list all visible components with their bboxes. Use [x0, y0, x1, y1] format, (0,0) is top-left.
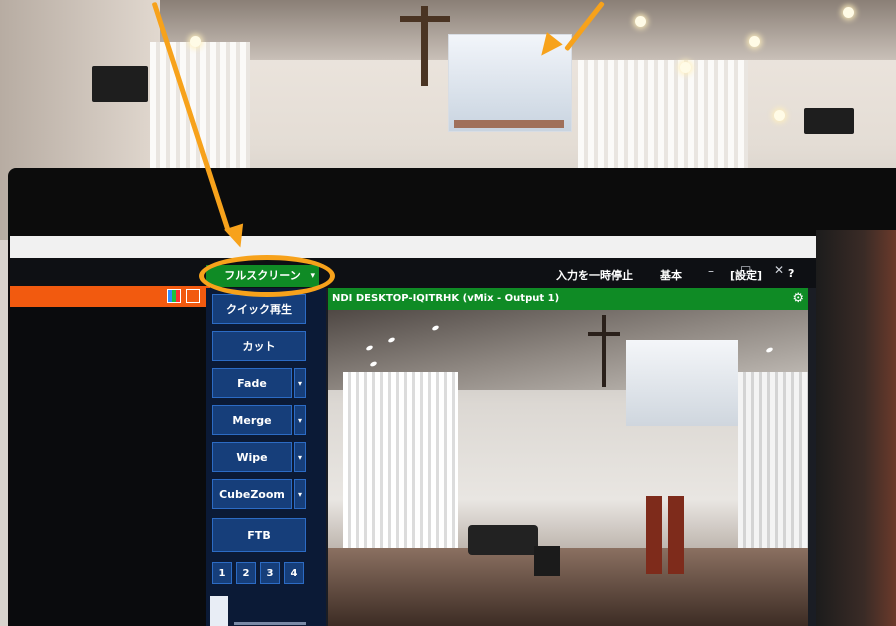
ceiling-light	[774, 110, 785, 121]
wall-speaker-right	[804, 108, 854, 134]
wipe-dropdown[interactable]: ▾	[294, 442, 306, 472]
ceiling-light	[635, 16, 646, 27]
pause-input-button[interactable]: 入力を一時停止	[556, 267, 633, 283]
help-button[interactable]: ?	[788, 267, 794, 280]
cut-button[interactable]: カット	[212, 331, 306, 361]
window-icon[interactable]	[186, 289, 200, 303]
wipe-button[interactable]: Wipe	[212, 442, 292, 472]
annotation-highlight-ring	[199, 255, 335, 297]
input-list-panel	[10, 307, 206, 626]
merge-dropdown[interactable]: ▾	[294, 405, 306, 435]
cubezoom-dropdown[interactable]: ▾	[294, 479, 306, 509]
output-preview	[328, 310, 808, 626]
cross-horizontal	[400, 16, 450, 22]
quick-play-button[interactable]: クイック再生	[212, 294, 306, 324]
settings-button[interactable]: [設定]	[730, 267, 762, 283]
vmix-window: – □ ✕ フルスクリーン ▾ 入力を一時停止 基本 [設定] ? クイック再生…	[10, 236, 816, 626]
preview-cross-horizontal	[588, 332, 620, 336]
gear-icon[interactable]: ⚙	[792, 288, 804, 310]
close-button[interactable]: ✕	[774, 263, 784, 277]
preview-chair	[668, 496, 684, 574]
t-bar-slider[interactable]	[210, 596, 228, 626]
ceiling-light	[749, 36, 760, 47]
cubezoom-button[interactable]: CubeZoom	[212, 479, 292, 509]
transition-number-4[interactable]: 4	[284, 562, 304, 584]
ftb-button[interactable]: FTB	[212, 518, 306, 552]
merge-button[interactable]: Merge	[212, 405, 292, 435]
preview-drum-kit	[468, 525, 538, 555]
preview-cross-vertical	[602, 315, 606, 387]
preview-stage	[328, 548, 808, 626]
window-titlebar	[10, 236, 816, 258]
ceiling-light	[190, 36, 201, 47]
ceiling-light	[680, 62, 691, 73]
preview-amplifier	[534, 546, 560, 576]
ceiling-light	[843, 7, 854, 18]
transition-number-2[interactable]: 2	[236, 562, 256, 584]
fade-dropdown[interactable]: ▾	[294, 368, 306, 398]
transition-number-1[interactable]: 1	[212, 562, 232, 584]
monitor-side	[816, 230, 896, 626]
output-title: NDI DESKTOP-IQITRHK (vMix - Output 1)	[332, 293, 560, 304]
output-header: NDI DESKTOP-IQITRHK (vMix - Output 1) ⚙	[328, 288, 808, 310]
wall-speaker-left	[92, 66, 148, 102]
transition-panel: クイック再生 カット Fade ▾ Merge ▾ Wipe ▾ CubeZoo…	[206, 288, 326, 626]
preview-chair	[646, 496, 662, 574]
minimize-button[interactable]: –	[708, 264, 714, 278]
projected-stage-image	[454, 120, 564, 128]
fade-button[interactable]: Fade	[212, 368, 292, 398]
basic-button[interactable]: 基本	[660, 267, 682, 283]
preview-projector-screen	[626, 340, 738, 426]
app-topbar	[10, 258, 816, 288]
transition-number-3[interactable]: 3	[260, 562, 280, 584]
t-bar-track	[234, 622, 306, 625]
color-bars-icon[interactable]	[167, 289, 181, 303]
